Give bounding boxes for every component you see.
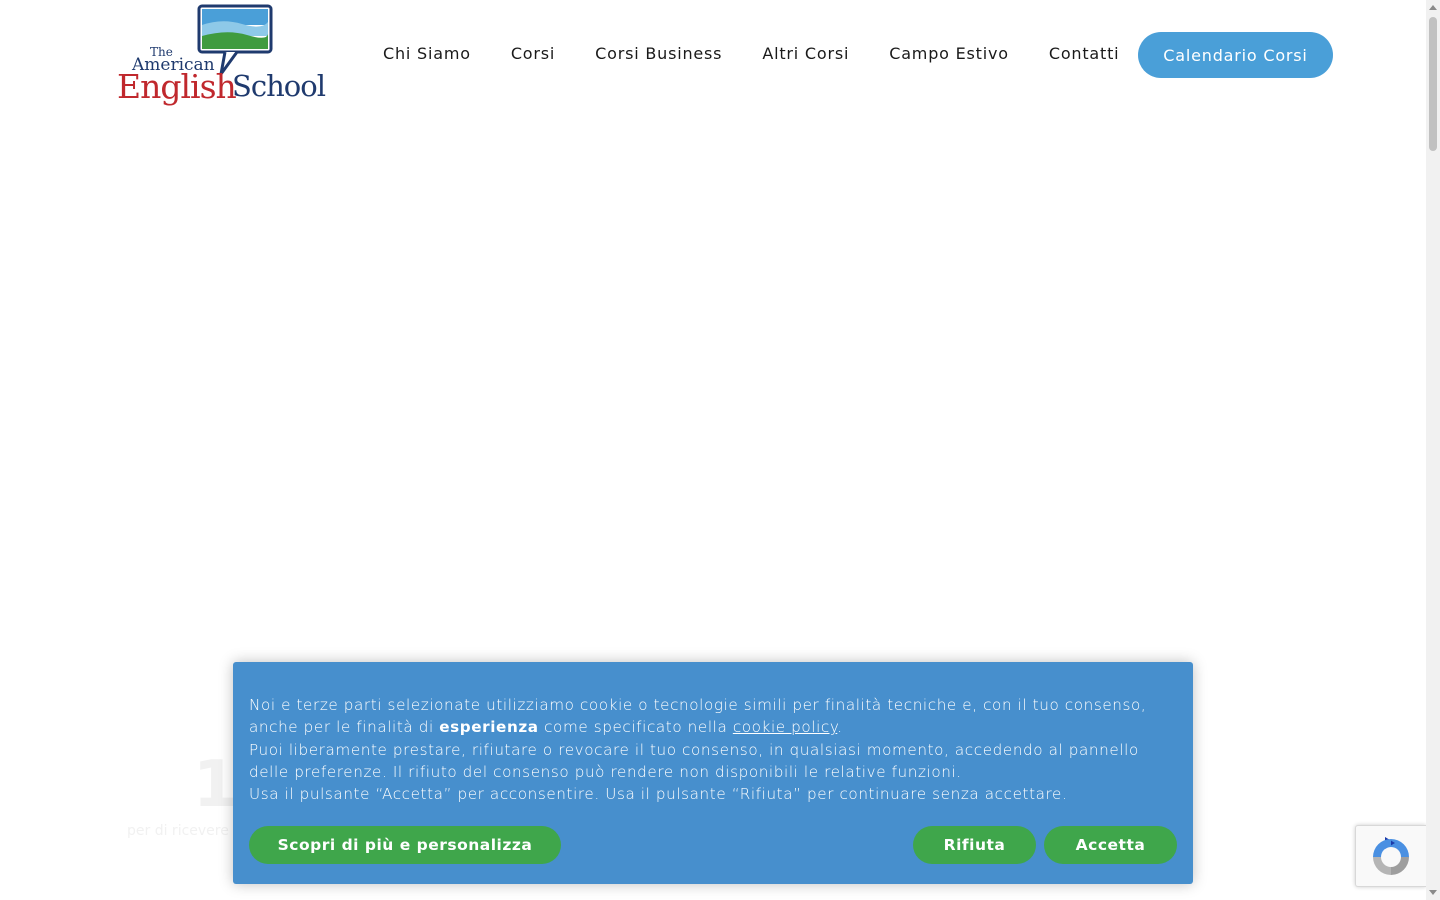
- cookie-policy-link[interactable]: cookie policy: [733, 718, 837, 736]
- page-scrollbar[interactable]: [1426, 0, 1440, 900]
- main-nav: Chi Siamo Corsi Corsi Business Altri Cor…: [383, 44, 1119, 63]
- cookie-text-bold: esperienza: [439, 718, 539, 737]
- cookie-text-p1c: .: [837, 718, 843, 737]
- learn-more-customize-button[interactable]: Scopri di più e personalizza: [249, 826, 561, 864]
- nav-corsi[interactable]: Corsi: [511, 44, 555, 63]
- recaptcha-badge[interactable]: [1355, 825, 1426, 887]
- background-text-fragment: per di ricevere: [127, 823, 229, 839]
- cookie-banner: Noi e terze parti selezionate utilizziam…: [233, 662, 1193, 884]
- cookie-text-p2: Puoi liberamente prestare, rifiutare o r…: [249, 740, 1139, 781]
- recaptcha-icon: [1373, 837, 1409, 875]
- nav-corsi-business[interactable]: Corsi Business: [595, 44, 722, 63]
- site-header: The American English School Chi Siamo Co…: [0, 0, 1426, 110]
- nav-campo-estivo[interactable]: Campo Estivo: [889, 44, 1009, 63]
- calendario-corsi-button[interactable]: Calendario Corsi: [1138, 32, 1333, 78]
- background-heading-fragment: 1: [193, 748, 238, 822]
- logo-text-school: School: [232, 69, 326, 103]
- site-logo[interactable]: The American English School: [117, 4, 327, 108]
- reject-button[interactable]: Rifiuta: [913, 826, 1036, 864]
- nav-chi-siamo[interactable]: Chi Siamo: [383, 44, 471, 63]
- nav-contatti[interactable]: Contatti: [1049, 44, 1120, 63]
- accept-button[interactable]: Accetta: [1044, 826, 1177, 864]
- nav-altri-corsi[interactable]: Altri Corsi: [762, 44, 849, 63]
- scroll-up-icon[interactable]: [1429, 5, 1437, 10]
- scrollbar-thumb[interactable]: [1429, 17, 1437, 151]
- cookie-text-p3: Usa il pulsante “Accetta” per acconsenti…: [249, 785, 1068, 804]
- logo-text-english: English: [117, 67, 237, 106]
- scroll-down-icon[interactable]: [1429, 890, 1437, 895]
- cookie-text-p1b: come specificato nella: [538, 718, 733, 737]
- cookie-banner-text: Noi e terze parti selezionate utilizziam…: [249, 694, 1184, 805]
